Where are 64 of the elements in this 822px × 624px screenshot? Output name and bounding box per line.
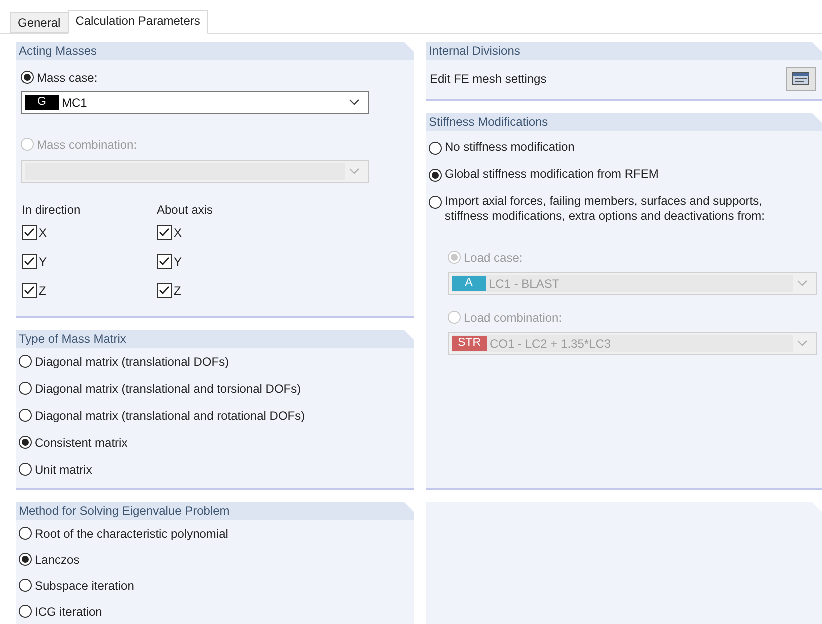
- radio-label: Diagonal matrix (translational DOFs): [35, 354, 230, 371]
- radio-label: Subspace iteration: [35, 578, 134, 595]
- radio-label: Lanczos: [35, 552, 80, 569]
- radio-label: Mass combination:: [37, 137, 138, 154]
- radio-button[interactable]: [19, 436, 32, 449]
- mesh-settings-button[interactable]: [786, 66, 816, 90]
- type-badge: A: [452, 276, 486, 291]
- radio-button[interactable]: [19, 553, 32, 566]
- checkbox[interactable]: [157, 225, 172, 240]
- radio-button[interactable]: [429, 142, 442, 155]
- checkbox[interactable]: [22, 283, 37, 298]
- tab[interactable]: Calculation Parameters: [68, 10, 208, 34]
- checkbox-label: X: [39, 224, 48, 242]
- checkbox[interactable]: [22, 225, 37, 240]
- radio-label: Diagonal matrix (translational and torsional DOFs): [35, 381, 302, 398]
- radio-label: Load case:: [464, 250, 523, 267]
- radio-button[interactable]: [19, 382, 32, 395]
- radio-label: Unit matrix: [35, 462, 92, 479]
- dropdown-value: MC1: [62, 94, 88, 112]
- radio-label: Consistent matrix: [35, 435, 128, 452]
- dropdown[interactable]: G MC1: [21, 91, 369, 114]
- chevron-down-icon: [349, 168, 360, 175]
- panel-header: Stiffness Modifications: [426, 113, 822, 131]
- radio-label: Global stiffness modification from RFEM: [445, 167, 659, 182]
- mesh-icon: [792, 72, 810, 86]
- radio-label: Diagonal matrix (translational and rotational DOFs): [35, 408, 306, 425]
- checkbox-label: Z: [39, 282, 46, 300]
- radio-button[interactable]: [19, 463, 32, 476]
- panel-header: Acting Masses: [16, 42, 414, 60]
- dropdown-value: LC1 - BLAST: [489, 276, 560, 292]
- mesh-settings-label: Edit FE mesh settings: [430, 70, 547, 88]
- type-badge: STR: [452, 336, 487, 351]
- checkbox-label: Y: [174, 254, 182, 270]
- radio-button[interactable]: [19, 409, 32, 422]
- checkbox[interactable]: [157, 283, 172, 298]
- type-badge: G: [25, 95, 59, 110]
- panel-header: Internal Divisions: [426, 42, 822, 60]
- radio-button[interactable]: [19, 355, 32, 368]
- radio-label: Import axial forces, failing members, surfaces and supports, stiffness modifications, extra options and deactivations from:: [445, 194, 766, 224]
- checkbox[interactable]: [157, 254, 172, 269]
- radio-label: ICG iteration: [35, 604, 102, 621]
- radio-button[interactable]: [19, 527, 32, 540]
- chevron-down-icon: [349, 99, 360, 106]
- panel-header: Type of Mass Matrix: [16, 330, 414, 348]
- tab[interactable]: General: [10, 12, 68, 33]
- radio-label: Mass case:: [37, 70, 98, 87]
- checkbox[interactable]: [22, 254, 37, 269]
- checkbox-label: X: [174, 224, 182, 242]
- group-label: About axis: [157, 202, 214, 215]
- checkbox-label: Y: [39, 254, 48, 270]
- radio-button[interactable]: [19, 579, 32, 592]
- chevron-down-icon: [797, 280, 808, 287]
- radio-button[interactable]: [19, 605, 32, 618]
- radio-label: No stiffness modification: [445, 140, 575, 155]
- chevron-down-icon: [797, 340, 808, 347]
- radio-button[interactable]: [21, 71, 34, 84]
- radio-button[interactable]: [429, 169, 442, 182]
- radio-button[interactable]: [429, 196, 442, 209]
- panel-header: Method for Solving Eigenvalue Problem: [16, 502, 414, 520]
- checkbox-label: Z: [174, 282, 182, 300]
- group-label: In direction: [22, 202, 82, 215]
- radio-label: Root of the characteristic polynomial: [35, 526, 228, 543]
- dropdown-value: CO1 - LC2 + 1.35*LC3: [490, 336, 612, 352]
- radio-label: Load combination:: [464, 310, 562, 327]
